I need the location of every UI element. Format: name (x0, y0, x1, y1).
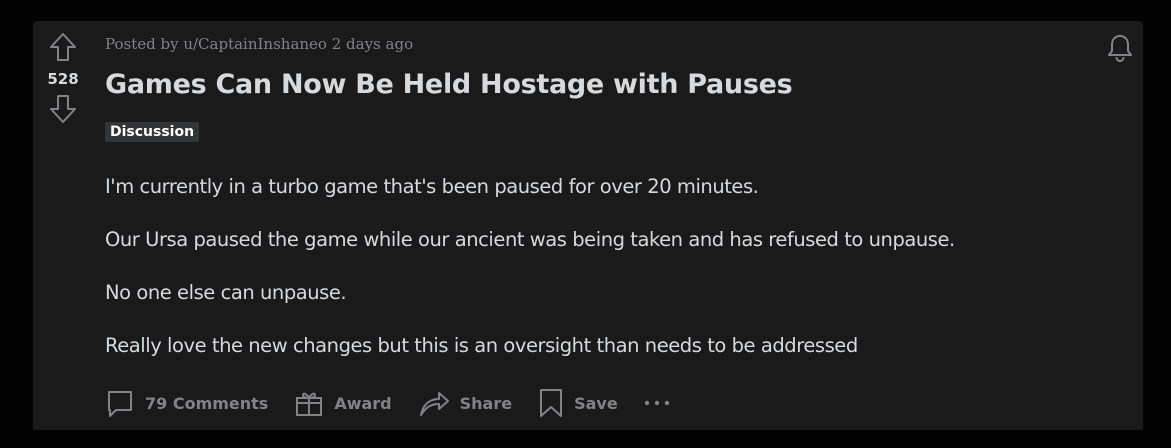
post-actions: 79 Comments Award Share Save (105, 387, 670, 419)
downvote-button[interactable] (48, 93, 78, 125)
notification-bell-button[interactable] (1105, 33, 1137, 65)
post-meta: Posted by u/CaptainInshaneo 2 days ago (105, 35, 414, 53)
more-dots-icon (644, 400, 669, 406)
comments-label: 79 Comments (145, 393, 269, 413)
bell-icon (1108, 35, 1132, 63)
share-button[interactable]: Share (418, 388, 512, 418)
post-card: 528 Posted by u/CaptainInshaneo 2 days a… (33, 21, 1143, 430)
gift-icon (296, 392, 323, 416)
post-body: I'm currently in a turbo game that's bee… (105, 174, 1105, 386)
award-label: Award (334, 393, 392, 413)
arrow-down-icon (50, 95, 76, 123)
arrow-up-icon (50, 33, 76, 61)
vote-count: 528 (47, 70, 79, 88)
vote-column: 528 (33, 31, 93, 125)
body-paragraph: I'm currently in a turbo game that's bee… (105, 175, 759, 198)
comment-bubble-icon (108, 391, 132, 417)
comments-button[interactable]: 79 Comments (105, 388, 268, 418)
body-paragraph: No one else can unpause. (105, 281, 347, 304)
body-paragraph: Really love the new changes but this is … (105, 334, 858, 357)
bookmark-icon (540, 389, 563, 417)
more-options-button[interactable] (644, 391, 670, 415)
flair-badge[interactable]: Discussion (105, 122, 200, 142)
share-arrow-icon (419, 392, 449, 416)
save-button[interactable]: Save (538, 387, 618, 419)
upvote-button[interactable] (48, 31, 78, 63)
award-button[interactable]: Award (294, 388, 392, 418)
share-label: Share (459, 393, 513, 413)
save-label: Save (574, 393, 618, 413)
body-paragraph: Our Ursa paused the game while our ancie… (105, 228, 955, 251)
post-title[interactable]: Games Can Now Be Held Hostage with Pause… (105, 69, 793, 100)
